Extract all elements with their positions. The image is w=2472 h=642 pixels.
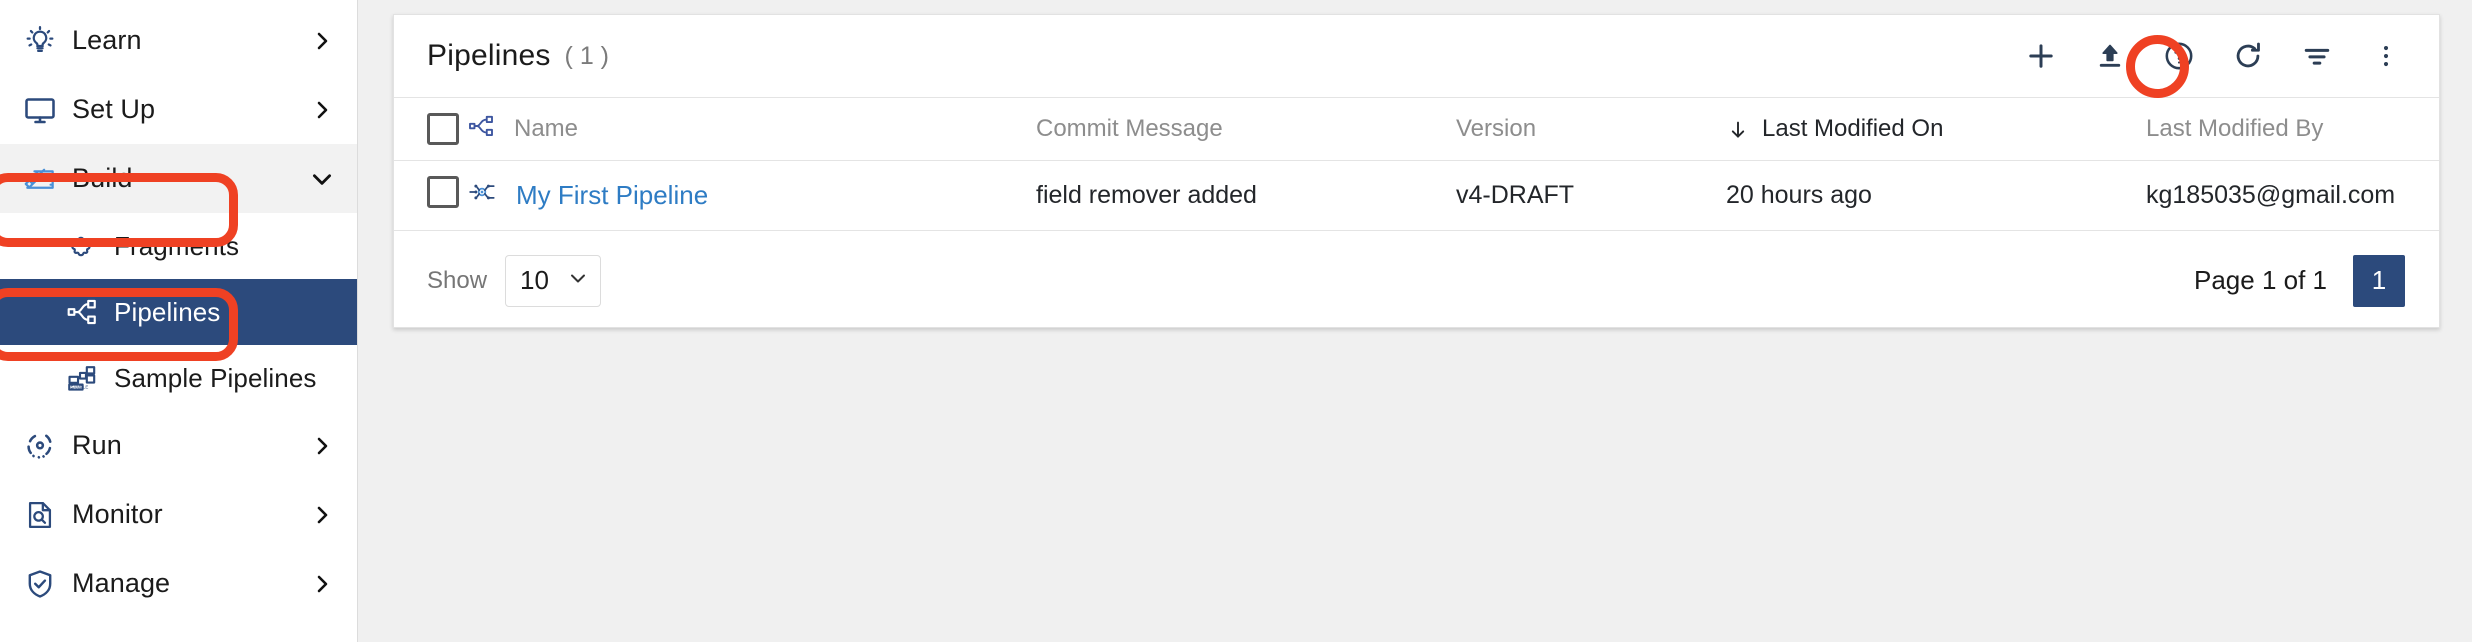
- run-orbit-icon: [18, 428, 62, 464]
- pipelines-card: Pipelines ( 1 ): [393, 14, 2440, 328]
- chevron-right-icon: [307, 29, 337, 53]
- sidebar-item-label: Set Up: [72, 94, 155, 125]
- pipelines-count: ( 1 ): [565, 42, 609, 71]
- plus-icon[interactable]: [2022, 37, 2060, 75]
- sidebar-item-run[interactable]: Run: [0, 411, 357, 480]
- column-header-last-modified-by[interactable]: Last Modified By: [2146, 98, 2439, 161]
- pagination-page-1[interactable]: 1: [2353, 255, 2405, 307]
- app-root: Learn Set Up: [0, 0, 2472, 642]
- sidebar: Learn Set Up: [0, 0, 358, 642]
- help-circle-icon[interactable]: [2160, 37, 2198, 75]
- card-toolbar: [2022, 37, 2405, 75]
- pipelines-table: Name Commit Message Version Last Modifie…: [394, 97, 2439, 231]
- column-header-version[interactable]: Version: [1456, 98, 1726, 161]
- sample-pipelines-icon: SAMPLE: [60, 361, 104, 395]
- refresh-icon[interactable]: [2229, 37, 2267, 75]
- cell-name: My First Pipeline: [466, 161, 1036, 231]
- pipeline-nodes-icon: [466, 111, 496, 148]
- table-header-row: Name Commit Message Version Last Modifie…: [394, 98, 2439, 161]
- sidebar-item-label: Fragments: [114, 231, 239, 262]
- show-label: Show: [427, 267, 487, 295]
- sidebar-item-label: Learn: [72, 25, 142, 56]
- chevron-right-icon: [307, 98, 337, 122]
- sidebar-item-pipelines[interactable]: Pipelines: [0, 279, 357, 345]
- sidebar-item-label: Manage: [72, 568, 170, 599]
- sidebar-item-monitor[interactable]: Monitor: [0, 480, 357, 549]
- sidebar-item-learn[interactable]: Learn: [0, 6, 357, 75]
- column-label: Name: [514, 115, 578, 143]
- cell-commit-message: field remover added: [1036, 161, 1456, 231]
- drafting-tools-icon: [18, 160, 62, 198]
- pipeline-name-link[interactable]: My First Pipeline: [516, 180, 708, 211]
- page-size-value: 10: [520, 265, 549, 296]
- column-label: Last Modified On: [1762, 115, 1943, 142]
- page-title: Pipelines: [427, 39, 551, 73]
- filter-icon[interactable]: [2298, 37, 2336, 75]
- sidebar-item-manage[interactable]: Manage: [0, 549, 357, 618]
- upload-icon[interactable]: [2091, 37, 2129, 75]
- document-search-icon: [18, 498, 62, 532]
- column-header-name[interactable]: Name: [466, 98, 1036, 161]
- svg-text:SAMPLE: SAMPLE: [71, 385, 89, 390]
- row-select-cell: [394, 161, 466, 231]
- chevron-right-icon: [307, 503, 337, 527]
- chevron-down-icon: [307, 166, 337, 192]
- puzzle-piece-icon: [60, 230, 104, 262]
- cell-last-modified-on: 20 hours ago: [1726, 161, 2146, 231]
- column-header-last-modified-on[interactable]: Last Modified On: [1726, 98, 2146, 161]
- sidebar-item-label: Run: [72, 430, 122, 461]
- select-all-checkbox[interactable]: [427, 113, 459, 145]
- sidebar-item-label: Monitor: [72, 499, 163, 530]
- main-content: Pipelines ( 1 ): [358, 0, 2472, 642]
- lightbulb-icon: [18, 24, 62, 58]
- chevron-right-icon: [307, 434, 337, 458]
- shield-check-icon: [18, 567, 62, 601]
- page-size-select[interactable]: 10: [505, 255, 601, 307]
- more-vertical-icon[interactable]: [2367, 37, 2405, 75]
- select-all-header: [394, 98, 466, 161]
- row-checkbox[interactable]: [427, 176, 459, 208]
- pipeline-graph-icon: [466, 176, 498, 215]
- page-info: Page 1 of 1: [2194, 265, 2327, 296]
- table-row[interactable]: My First Pipeline field remover added v4…: [394, 161, 2439, 231]
- sidebar-item-label: Sample Pipelines: [114, 363, 317, 394]
- sidebar-item-sample-pipelines[interactable]: SAMPLE Sample Pipelines: [0, 345, 357, 411]
- cell-last-modified-by: kg185035@gmail.com: [2146, 161, 2439, 231]
- sort-descending-icon: [1726, 118, 1750, 142]
- pipeline-nodes-icon: [60, 295, 104, 329]
- sidebar-item-build[interactable]: Build: [0, 144, 357, 213]
- table-footer: Show 10 Page 1 of 1 1: [394, 231, 2439, 330]
- chevron-down-icon: [566, 266, 590, 295]
- sidebar-item-label: Build: [72, 163, 133, 194]
- card-header: Pipelines ( 1 ): [394, 15, 2439, 97]
- sidebar-item-label: Pipelines: [114, 297, 220, 328]
- chevron-right-icon: [307, 572, 337, 596]
- sidebar-item-setup[interactable]: Set Up: [0, 75, 357, 144]
- sidebar-item-fragments[interactable]: Fragments: [0, 213, 357, 279]
- cell-version: v4-DRAFT: [1456, 161, 1726, 231]
- column-header-commit[interactable]: Commit Message: [1036, 98, 1456, 161]
- monitor-icon: [18, 92, 62, 128]
